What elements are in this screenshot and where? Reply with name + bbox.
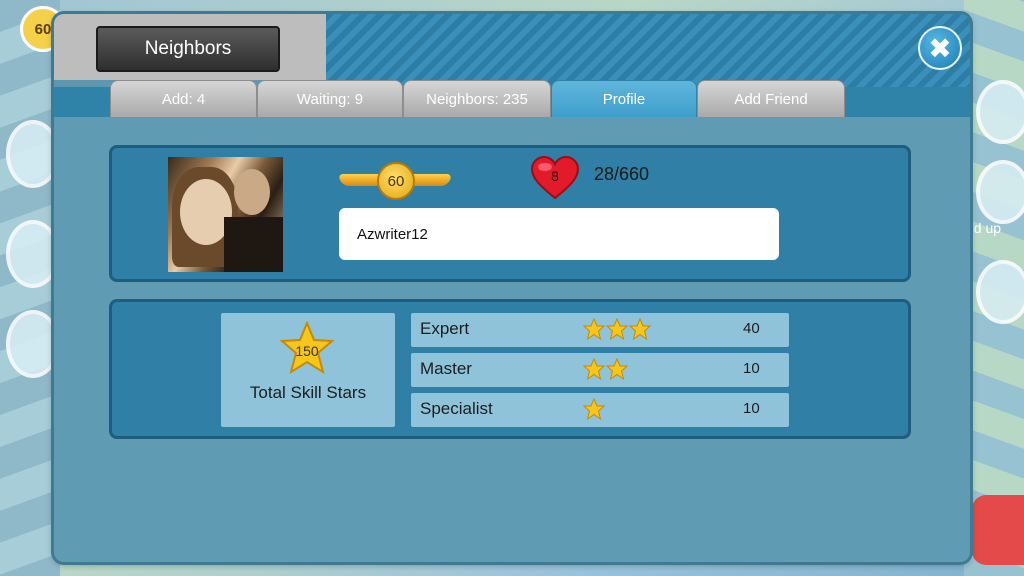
tab-label: Neighbors: 235 <box>426 90 528 108</box>
tab-waiting[interactable]: Waiting: 9 <box>257 80 403 117</box>
skill-stars <box>583 398 605 420</box>
skill-stars <box>583 318 651 340</box>
heart-icon: 8 <box>530 155 580 200</box>
tab-label: Add: 4 <box>161 90 206 108</box>
background-bubble <box>976 80 1024 144</box>
tab-label: Waiting: 9 <box>296 90 364 108</box>
skill-label: Expert <box>420 319 470 338</box>
skill-count: 40 <box>743 320 760 337</box>
skill-count: 10 <box>743 360 760 377</box>
background-bubble <box>6 120 60 188</box>
tab-add-friend[interactable]: Add Friend <box>697 80 845 117</box>
tab-label: Profile <box>602 90 646 108</box>
content-area: 60 8 28/660 Azwriter12 150 Total Skill S… <box>54 117 970 562</box>
background-bubble <box>6 310 60 378</box>
background-left-scene <box>0 0 60 576</box>
skills-card: 150 Total Skill Stars Expert 40 Master 1… <box>109 299 911 439</box>
level-badge: 60 <box>377 162 415 200</box>
skill-row-master: Master 10 <box>411 353 789 387</box>
background-bubble <box>976 160 1024 224</box>
skill-row-expert: Expert 40 <box>411 313 789 347</box>
star-icon <box>583 398 605 420</box>
tab-profile[interactable]: Profile <box>551 80 697 117</box>
close-icon: ✖ <box>928 31 952 65</box>
hearts-progress: 28/660 <box>594 164 650 184</box>
star-icon <box>606 358 628 380</box>
star-icon <box>629 318 651 340</box>
neighbors-dialog: Neighbors ✖ Add: 4 Waiting: 9 Neighbors:… <box>54 14 970 562</box>
hearts-value: 8 <box>551 168 559 184</box>
background-bubble <box>6 220 60 288</box>
skill-row-specialist: Specialist 10 <box>411 393 789 427</box>
profile-card: 60 8 28/660 Azwriter12 <box>109 145 911 282</box>
background-red-button <box>972 495 1024 565</box>
username-field: Azwriter12 <box>339 208 779 260</box>
star-icon <box>583 318 605 340</box>
skill-label: Specialist <box>420 399 493 418</box>
skill-stars <box>583 358 628 380</box>
header-stripes <box>326 14 970 87</box>
star-icon: 150 <box>279 320 335 375</box>
skill-label: Master <box>420 359 472 378</box>
username: Azwriter12 <box>357 225 428 243</box>
total-skill-stars-box: 150 Total Skill Stars <box>221 313 395 427</box>
close-button[interactable]: ✖ <box>918 26 962 70</box>
total-skill-label: Total Skill Stars <box>249 383 367 402</box>
star-icon <box>606 318 628 340</box>
tab-add[interactable]: Add: 4 <box>110 80 257 117</box>
dialog-title: Neighbors <box>96 26 280 72</box>
star-icon <box>583 358 605 380</box>
skill-count: 10 <box>743 400 760 417</box>
background-bubble <box>976 260 1024 324</box>
avatar[interactable] <box>168 157 283 272</box>
level-wings-icon: 60 <box>337 160 453 200</box>
tab-label: Add Friend <box>734 90 808 108</box>
total-skill-value: 150 <box>295 343 319 359</box>
tab-neighbors[interactable]: Neighbors: 235 <box>403 80 551 117</box>
background-side-text: ed up <box>966 220 1002 236</box>
